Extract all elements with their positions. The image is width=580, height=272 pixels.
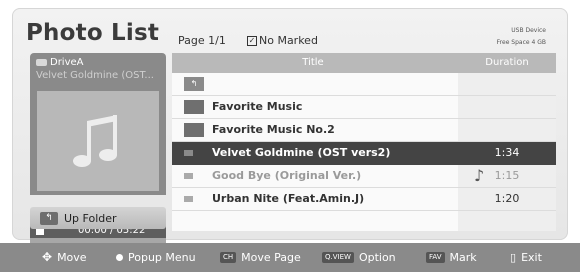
help-move: ✥ Move <box>42 243 87 272</box>
list-item-folder[interactable]: Favorite Music <box>172 96 556 119</box>
up-folder-icon: ↰ <box>40 211 58 225</box>
song-icon <box>184 196 193 202</box>
help-move-label: Move <box>57 251 87 264</box>
marked-status: ✓ No Marked <box>247 34 318 47</box>
up-folder-icon: ↰ <box>184 77 204 91</box>
marked-label: No Marked <box>259 34 318 47</box>
list-item-song[interactable]: Good Bye (Original Ver.) ♪ 1:15 <box>172 165 556 188</box>
up-folder-label: Up Folder <box>64 211 117 225</box>
help-exit: ▯ Exit <box>510 243 542 272</box>
help-popup: Popup Menu <box>116 243 196 272</box>
ok-icon <box>116 254 123 261</box>
fav-key-icon: FAV <box>426 252 445 263</box>
help-option: Q.VIEW Option <box>322 243 396 272</box>
list-item-name: Velvet Goldmine (OST vers2) <box>212 146 391 159</box>
help-move-page: CH Move Page <box>220 243 301 272</box>
list-item-name: Favorite Music No.2 <box>212 123 335 136</box>
list-item-name: Good Bye (Original Ver.) <box>212 169 362 182</box>
help-exit-label: Exit <box>521 251 542 264</box>
column-title: Title <box>302 57 324 68</box>
help-option-label: Option <box>358 251 396 264</box>
preview-filename: Velvet Goldmine (OST... <box>36 70 154 81</box>
list-item-folder[interactable]: Favorite Music No.2 <box>172 119 556 142</box>
ch-key-icon: CH <box>220 252 237 263</box>
device-info: USB Device Free Space 4 GB <box>497 25 546 49</box>
help-mark-label: Mark <box>449 251 477 264</box>
up-folder-button[interactable]: ↰ Up Folder <box>30 207 166 229</box>
drive-label: DriveA <box>50 57 84 68</box>
device-name: USB Device <box>511 27 546 34</box>
checkbox-icon: ✓ <box>247 35 257 46</box>
list-item-duration: 1:20 <box>494 192 520 205</box>
list-item-up[interactable]: ↰ <box>172 73 556 96</box>
help-mark: FAV Mark <box>426 243 477 272</box>
file-list: Title Duration ↰ Favorite Music Favorite… <box>172 53 556 231</box>
list-item-duration: 1:34 <box>494 146 520 159</box>
song-icon <box>184 173 193 179</box>
dpad-icon: ✥ <box>42 250 53 264</box>
list-item-duration: 1:15 <box>494 169 520 182</box>
list-item-song[interactable]: Urban Nite (Feat.Amin.J) 1:20 <box>172 188 556 211</box>
exit-icon: ▯ <box>510 251 517 264</box>
drive-icon <box>36 59 47 66</box>
folder-icon <box>184 123 204 137</box>
music-note-icon <box>73 115 117 167</box>
help-move-page-label: Move Page <box>241 251 301 264</box>
page-indicator: Page 1/1 <box>178 34 226 47</box>
preview-thumbnail <box>37 91 159 191</box>
list-header: Title Duration <box>172 53 556 73</box>
list-item-name: Favorite Music <box>212 100 303 113</box>
folder-icon <box>184 100 204 114</box>
list-item-selected[interactable]: Velvet Goldmine (OST vers2) 1:34 <box>172 142 556 165</box>
help-bar: ✥ Move Popup Menu CH Move Page Q.VIEW Op… <box>0 243 580 272</box>
column-duration: Duration <box>485 57 529 68</box>
preview-drive: DriveA <box>36 57 84 68</box>
free-space: Free Space 4 GB <box>496 39 546 46</box>
list-item-name: Urban Nite (Feat.Amin.J) <box>212 192 365 205</box>
help-popup-label: Popup Menu <box>128 251 196 264</box>
page-title: Photo List <box>26 20 160 46</box>
song-icon <box>184 150 193 156</box>
qview-key-icon: Q.VIEW <box>322 252 354 263</box>
